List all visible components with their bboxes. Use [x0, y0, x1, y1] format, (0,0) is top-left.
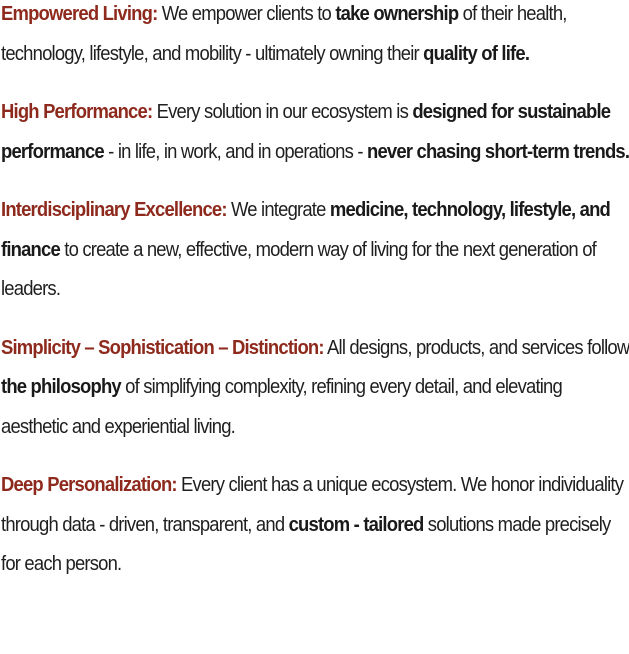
principle-emphasis: never chasing short-term trends.: [367, 139, 629, 163]
principle-emphasis: quality of life.: [423, 41, 530, 65]
principle-text: We empower clients to: [157, 2, 336, 25]
principle-empowered-living: Empowered Living: We empower clients to …: [1, 0, 629, 73]
principle-interdisciplinary-excellence: Interdisciplinary Excellence: We integra…: [1, 190, 629, 309]
principle-heading: High Performance:: [1, 100, 153, 123]
principle-text: All designs, products, and services foll…: [323, 335, 629, 359]
principle-emphasis: take ownership: [335, 2, 459, 25]
principle-deep-personalization: Deep Personalization: Every client has a…: [1, 465, 629, 584]
principle-high-performance: High Performance: Every solution in our …: [1, 92, 629, 171]
principle-text: to create a new, effective, modern way o…: [1, 237, 597, 301]
principle-heading: Empowered Living:: [1, 2, 158, 25]
principle-text: Every solution in our ecosystem is: [152, 100, 413, 123]
principle-text: - in life, in work, and in operations -: [103, 139, 368, 163]
principle-heading: Interdisciplinary Excellence:: [1, 198, 228, 221]
principle-heading: Deep Personalization:: [1, 473, 178, 496]
principle-emphasis: the philosophy: [1, 375, 122, 398]
principle-emphasis: custom - tailored: [288, 512, 425, 536]
principle-simplicity-sophistication-distinction: Simplicity – Sophistication – Distinctio…: [1, 328, 629, 447]
principle-heading: Simplicity – Sophistication – Distinctio…: [1, 335, 325, 359]
principle-text: We integrate: [226, 198, 330, 221]
principles-document: Empowered Living: We empower clients to …: [0, 0, 629, 648]
